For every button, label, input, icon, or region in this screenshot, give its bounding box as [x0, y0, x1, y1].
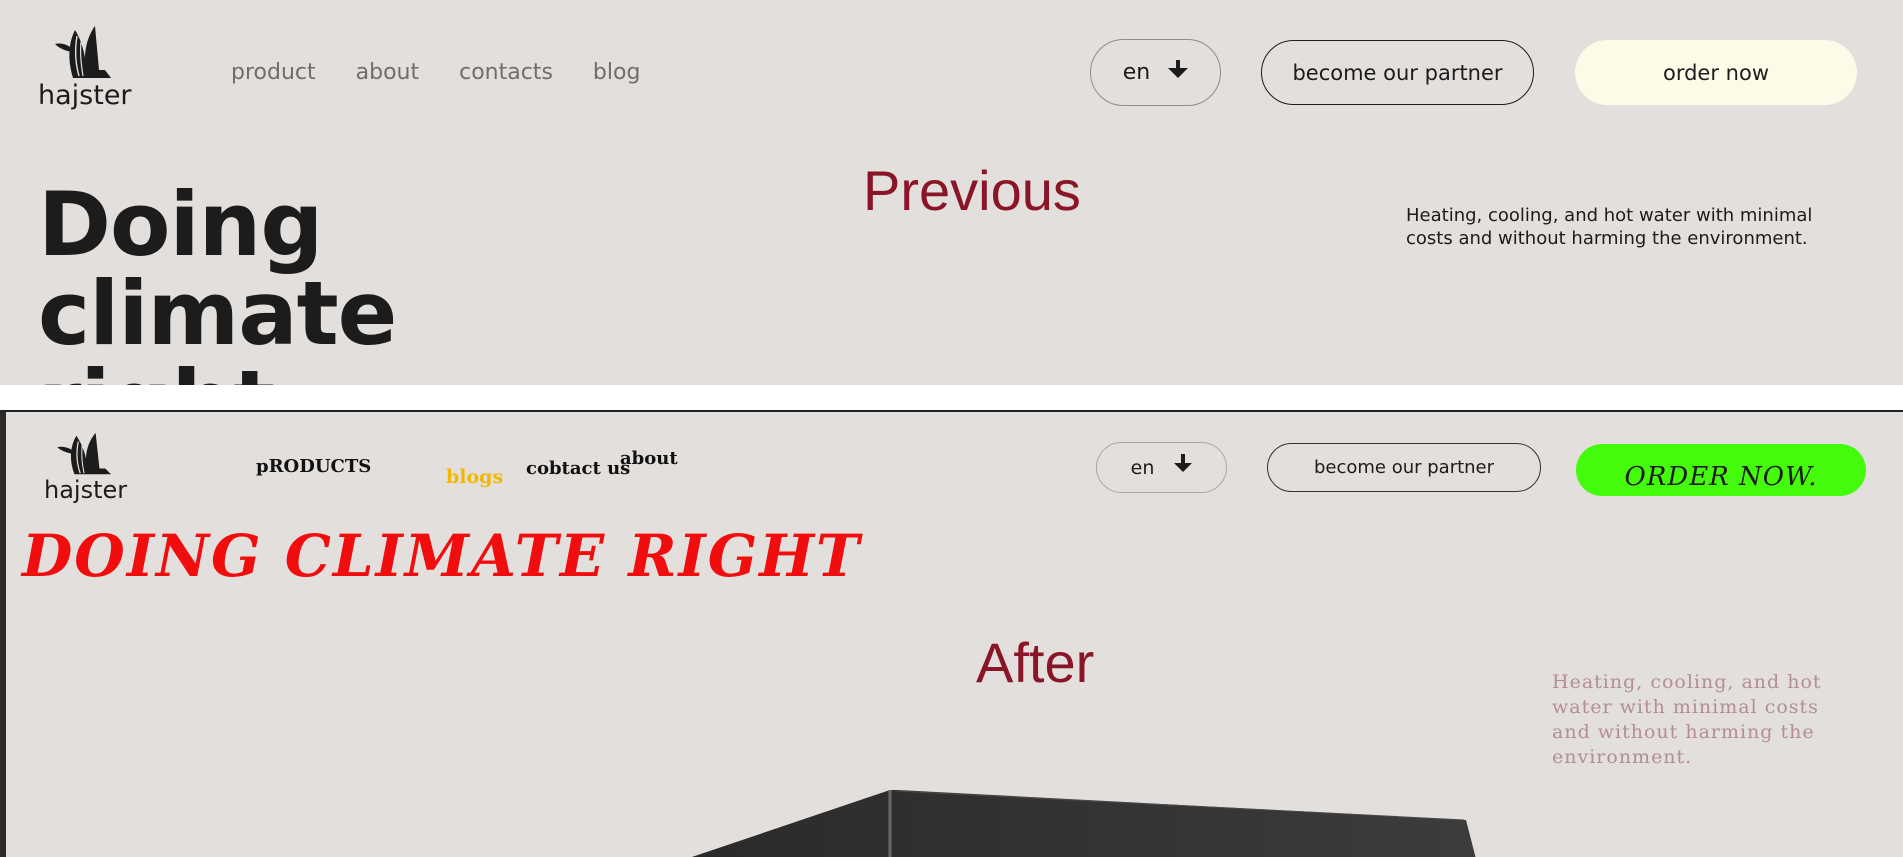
partner-button[interactable]: become our partner — [1261, 40, 1534, 105]
order-button[interactable]: order now — [1575, 40, 1857, 105]
hero-title-line-1: Doing climate — [38, 173, 397, 365]
bird-logo-icon — [54, 26, 111, 78]
nav-about[interactable]: about — [356, 60, 419, 85]
heat-pump-image — [691, 790, 1476, 857]
after-panel: hajster pRODUCTS blogs cobtact us about … — [0, 410, 1903, 857]
arrow-down-icon — [1168, 59, 1189, 78]
logo[interactable]: hajster — [38, 22, 132, 109]
nav-contacts[interactable]: contacts — [459, 60, 553, 85]
hero-title: Doing climate right — [38, 180, 698, 385]
logo-text: hajster — [38, 80, 132, 111]
hero-title-line-2: right — [38, 351, 275, 385]
nav-blog[interactable]: blog — [593, 60, 641, 85]
hero-subtitle: Heating, cooling, and hot water with min… — [1406, 205, 1813, 249]
previous-label: Previous — [863, 159, 1081, 222]
language-select[interactable]: en — [1090, 39, 1221, 106]
nav-product[interactable]: product — [231, 60, 316, 85]
previous-panel: hajster product about contacts blog en b… — [0, 0, 1903, 385]
language-value: en — [1122, 60, 1151, 85]
main-nav: product about contacts blog — [231, 60, 640, 85]
